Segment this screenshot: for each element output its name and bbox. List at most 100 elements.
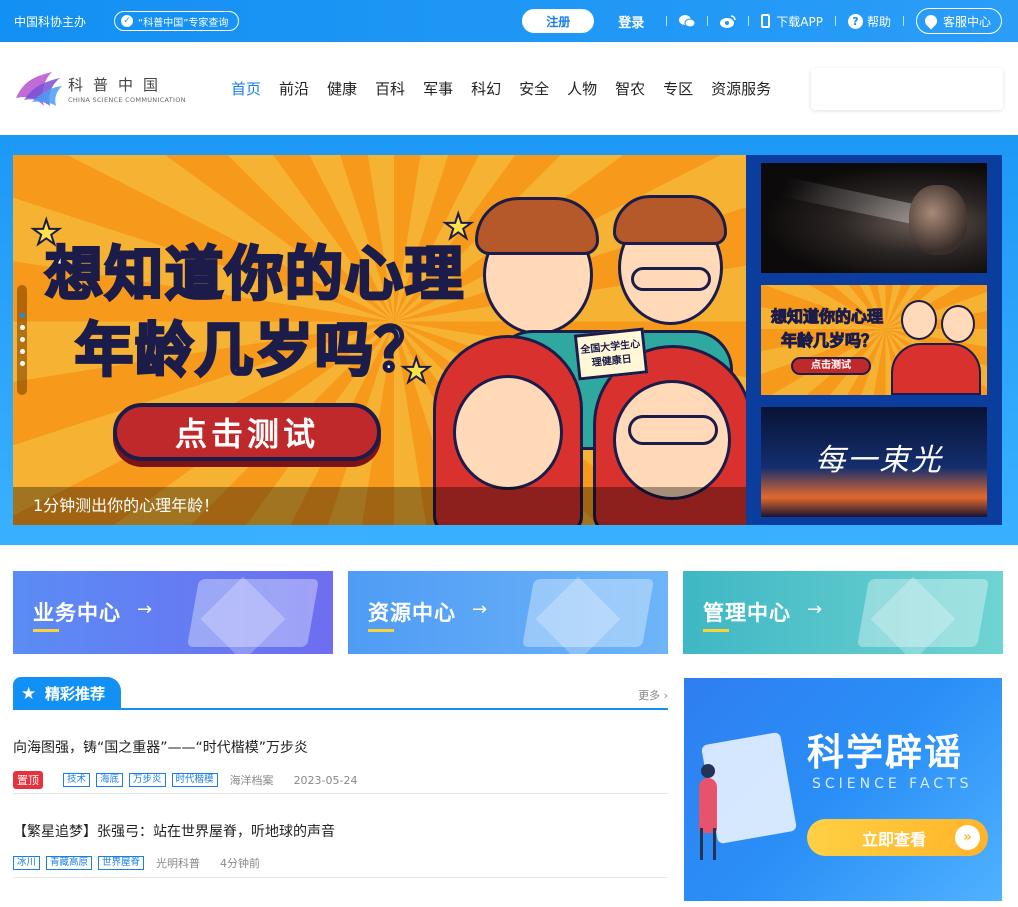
nav-frontier[interactable]: 前沿 (279, 78, 309, 99)
card-label: 管理中心 (703, 601, 791, 625)
divider (834, 16, 836, 26)
nav-safety[interactable]: 安全 (519, 78, 549, 99)
divider (666, 16, 668, 26)
list-item[interactable]: 向海图强，铸“国之重器”——“时代楷模”万步炎 置顶 技术 海底 万步炎 时代楷… (13, 710, 668, 794)
logo-english: CHINA SCIENCE COMMUNICATION (68, 95, 186, 104)
boy-hair-right (613, 195, 727, 245)
recommend-section: ★ 精彩推荐 更多 › 向海图强，铸“国之重器”——“时代楷模”万步炎 置顶 技… (13, 677, 668, 878)
weibo-icon[interactable] (720, 14, 737, 28)
nav-special-zone[interactable]: 专区 (663, 78, 693, 99)
article-time: 2023-05-24 (293, 773, 358, 787)
logo-mark-icon (14, 70, 64, 108)
article-tag[interactable]: 冰川 (13, 856, 41, 870)
thumb-face (941, 305, 975, 343)
wechat-icon[interactable] (679, 14, 696, 28)
slide-dot[interactable] (19, 361, 25, 366)
view-now-label: 立即查看 (862, 829, 927, 849)
article-title[interactable]: 【繁星追梦】张强弓：站在世界屋脊，听地球的声音 (13, 821, 668, 841)
site-header: 科普中国 CHINA SCIENCE COMMUNICATION 首页 前沿 健… (0, 42, 1018, 135)
expert-query-label: “科普中国”专家查询 (138, 17, 229, 29)
center-cards: 业务中心 → 资源中心 → 管理中心 → (13, 571, 1003, 654)
more-link[interactable]: 更多 › (638, 687, 668, 703)
thumbnail-psych-test[interactable]: 想知道你的心理 年龄几岁吗？ 点击测试 (761, 285, 987, 395)
article-meta: 冰川 青藏高原 世界屋脊 光明科普 4分钟前 (13, 855, 668, 871)
thumb-headline-line1: 想知道你的心理 (770, 307, 884, 327)
person-illustration (699, 764, 717, 833)
arrow-right-icon: → (137, 599, 153, 620)
promo-subtitle: SCIENCE FACTS (812, 776, 973, 792)
banner-section: ★ ★ ★ 想知道你的心理 年龄几岁吗？ 点击测试 全国大学生心理健康日 1分钟… (0, 135, 1018, 545)
thumbnail-face-in-light[interactable] (761, 163, 987, 273)
logo-text: 科普中国 CHINA SCIENCE COMMUNICATION (68, 74, 186, 104)
thumbnail-every-ray-of-light[interactable]: 每一束光 (761, 407, 987, 517)
slide-dot[interactable] (19, 313, 25, 318)
article-source: 光明科普 (156, 857, 201, 870)
article-source: 海洋档案 (229, 774, 274, 787)
download-app-link[interactable]: 下载APP (761, 13, 823, 30)
download-app-label: 下载APP (776, 14, 823, 29)
banner-headline-line2: 年龄几岁吗？ (73, 315, 436, 386)
nav-health[interactable]: 健康 (327, 78, 357, 99)
customer-service-button[interactable]: 客服中心 (915, 8, 1002, 34)
divider (707, 16, 709, 26)
face-silhouette (909, 185, 967, 255)
banner-thumbnails: 想知道你的心理 年龄几岁吗？ 点击测试 每一束光 (761, 163, 987, 529)
chevron-right-icon: » (955, 825, 980, 850)
business-center-card[interactable]: 业务中心 → (13, 571, 333, 654)
logo-chinese: 科普中国 (68, 75, 169, 94)
science-facts-promo[interactable]: 科学辟谣 SCIENCE FACTS 立即查看 » (684, 678, 1002, 901)
slide-caption[interactable]: 1分钟测出你的心理年龄！ (13, 487, 746, 525)
thumb-title: 每一束光 (815, 443, 943, 478)
nav-people[interactable]: 人物 (567, 78, 597, 99)
pinned-badge: 置顶 (13, 771, 43, 789)
thumb-figures (891, 343, 981, 395)
login-link[interactable]: 登录 (618, 12, 644, 31)
search-box (811, 68, 1003, 110)
article-time: 4分钟前 (220, 857, 261, 870)
recommend-tab[interactable]: ★ 精彩推荐 (13, 677, 121, 710)
recommend-title: 精彩推荐 (45, 685, 106, 703)
nav-home[interactable]: 首页 (231, 78, 261, 99)
article-tag[interactable]: 万步炎 (129, 773, 166, 787)
nav-encyclopedia[interactable]: 百科 (375, 78, 405, 99)
card-label: 资源中心 (368, 601, 456, 625)
article-tag[interactable]: 技术 (63, 773, 91, 787)
list-item[interactable]: 【繁星追梦】张强弓：站在世界屋脊，听地球的声音 冰川 青藏高原 世界屋脊 光明科… (13, 794, 668, 878)
girl-face-left (453, 375, 563, 490)
article-title[interactable]: 向海图强，铸“国之重器”——“时代楷模”万步炎 (13, 737, 668, 757)
site-logo[interactable]: 科普中国 CHINA SCIENCE COMMUNICATION (14, 70, 194, 108)
article-tag[interactable]: 海底 (96, 773, 124, 787)
slide-dot[interactable] (19, 349, 25, 354)
mental-health-day-sign: 全国大学生心理健康日 (573, 327, 649, 381)
card-underline (703, 629, 729, 632)
test-cta-button[interactable]: 点击测试 (113, 403, 381, 461)
nav-smart-agriculture[interactable]: 智农 (615, 78, 645, 99)
search-input[interactable] (811, 68, 1003, 110)
arrow-right-icon: → (472, 599, 488, 620)
nav-scifi[interactable]: 科幻 (471, 78, 501, 99)
article-tag[interactable]: 青藏高原 (46, 856, 93, 870)
card-underline (33, 629, 59, 632)
resource-center-card[interactable]: 资源中心 → (348, 571, 668, 654)
main-slide[interactable]: ★ ★ ★ 想知道你的心理 年龄几岁吗？ 点击测试 全国大学生心理健康日 1分钟… (13, 155, 746, 525)
sponsor-text: 中国科协主办 (14, 14, 87, 29)
view-now-button[interactable]: 立即查看 » (807, 819, 988, 856)
management-center-card[interactable]: 管理中心 → (683, 571, 1003, 654)
nav-military[interactable]: 军事 (423, 78, 453, 99)
nav-resource-services[interactable]: 资源服务 (711, 78, 771, 99)
article-tag[interactable]: 世界屋脊 (98, 856, 145, 870)
register-button[interactable]: 注册 (522, 9, 595, 33)
slide-dot[interactable] (19, 337, 25, 342)
customer-service-label: 客服中心 (942, 14, 991, 29)
main-nav: 首页 前沿 健康 百科 军事 科幻 安全 人物 智农 专区 资源服务 (231, 78, 789, 99)
help-label: 帮助 (866, 14, 891, 29)
expert-query-link[interactable]: ✓ “科普中国”专家查询 (114, 11, 240, 31)
recommend-header: ★ 精彩推荐 更多 › (13, 677, 668, 710)
help-link[interactable]: ? 帮助 (847, 13, 891, 30)
check-icon: ✓ (121, 15, 134, 27)
slide-indicator (17, 285, 27, 395)
slide-dot[interactable] (19, 325, 25, 330)
article-tag[interactable]: 时代楷模 (171, 773, 218, 787)
phone-icon (761, 14, 771, 28)
top-right-actions: 注册 登录 下载APP ? 帮助 客服中心 (522, 0, 1002, 42)
